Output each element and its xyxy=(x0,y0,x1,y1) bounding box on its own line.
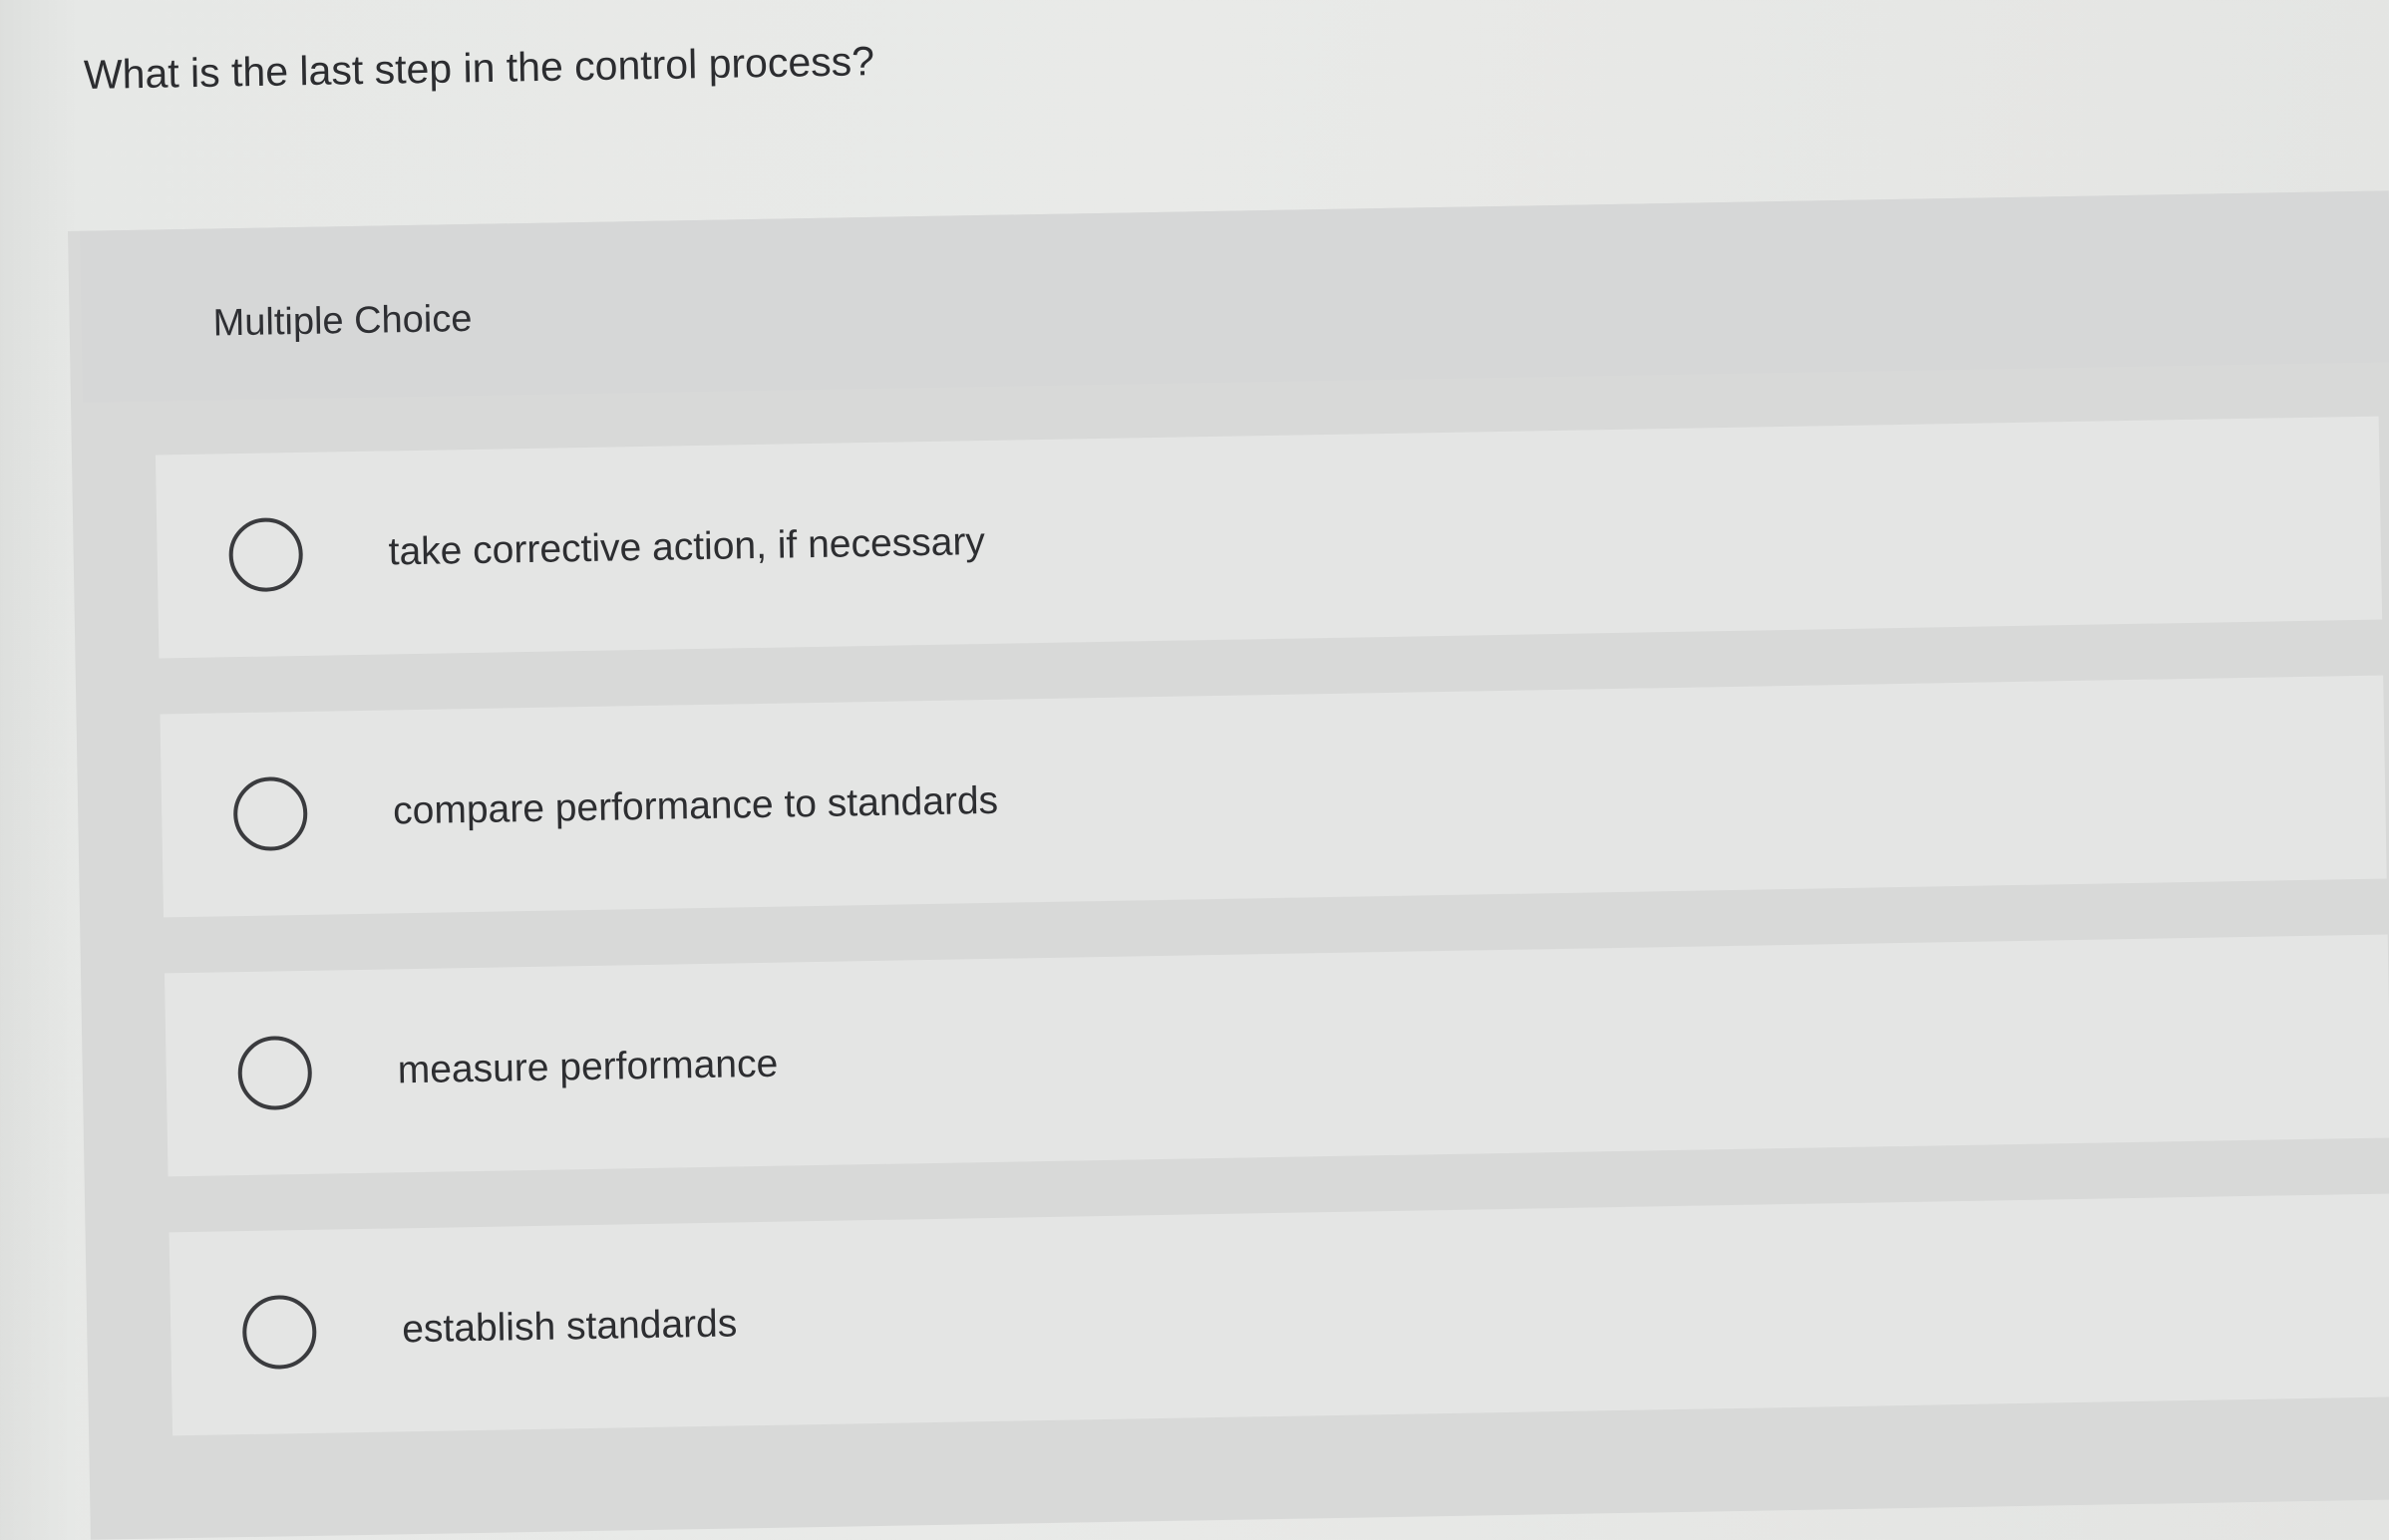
radio-button-unselected-icon[interactable] xyxy=(237,1035,313,1111)
answer-option-label: compare performance to standards xyxy=(392,778,999,833)
question-type-label: Multiple Choice xyxy=(212,297,473,345)
radio-button-unselected-icon[interactable] xyxy=(228,516,304,593)
answer-option-1[interactable]: take corrective action, if necessary xyxy=(155,416,2383,659)
radio-button-unselected-icon[interactable] xyxy=(241,1294,317,1371)
answer-option-3[interactable]: measure performance xyxy=(165,934,2389,1177)
answer-option-4[interactable]: establish standards xyxy=(169,1193,2389,1436)
radio-button-unselected-icon[interactable] xyxy=(232,775,308,852)
answer-choices: take corrective action, if necessary com… xyxy=(155,416,2389,1492)
question-text: What is the last step in the control pro… xyxy=(83,38,875,98)
answer-option-2[interactable]: compare performance to standards xyxy=(160,675,2387,918)
answer-option-label: take corrective action, if necessary xyxy=(388,519,986,574)
answer-option-label: establish standards xyxy=(401,1302,738,1352)
answer-option-label: measure performance xyxy=(397,1042,779,1092)
panel-header: Multiple Choice xyxy=(79,190,2389,403)
question-panel: Multiple Choice take corrective action, … xyxy=(68,190,2389,1540)
